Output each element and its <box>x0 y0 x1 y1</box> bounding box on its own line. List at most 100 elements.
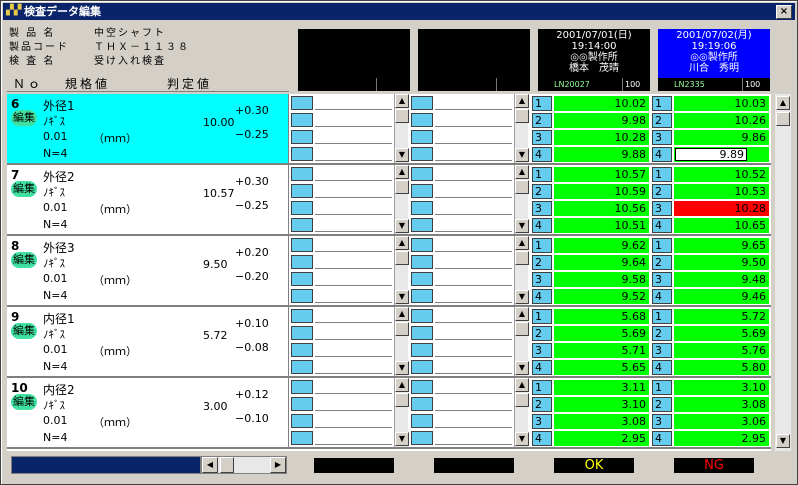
measure-value[interactable]: 9.88 <box>554 147 649 162</box>
measure-value[interactable]: 5.65 <box>554 360 649 375</box>
empty-measure-column[interactable]: ▲ ▼ <box>410 94 530 163</box>
measure-index-box[interactable] <box>291 414 313 428</box>
measure-index-box[interactable] <box>411 96 433 110</box>
measure-value[interactable]: 3.06 <box>674 414 769 429</box>
measure-input[interactable] <box>315 326 392 340</box>
scroll-thumb[interactable] <box>515 180 529 194</box>
measure-index-box[interactable] <box>411 289 433 303</box>
scroll-up-icon[interactable]: ▲ <box>395 236 409 250</box>
measure-index-box[interactable] <box>291 113 313 127</box>
measure-input[interactable] <box>435 343 512 357</box>
empty-measure-column[interactable]: ▲ ▼ <box>290 165 410 234</box>
measure-index-box[interactable] <box>291 147 313 161</box>
measure-input[interactable] <box>435 201 512 215</box>
measure-value[interactable]: 9.98 <box>554 113 649 128</box>
measure-index[interactable]: 2 <box>652 113 672 128</box>
measure-index-box[interactable] <box>291 96 313 110</box>
measure-input[interactable] <box>435 309 512 323</box>
scroll-thumb[interactable] <box>776 112 790 126</box>
measure-input[interactable] <box>315 238 392 252</box>
edit-button[interactable]: 編集 <box>11 323 37 339</box>
measure-index-box[interactable] <box>411 184 433 198</box>
table-row[interactable]: 7 編集 外径2 ﾉｷﾞｽ 0.01 （ｍｍ） N=4 +0.30 10.57 −0.25 ▲ ▼ ▲ ▼… <box>7 165 771 236</box>
measure-index-box[interactable] <box>291 397 313 411</box>
machine-slot-empty-1[interactable] <box>298 29 410 78</box>
measure-index[interactable]: 3 <box>652 272 672 287</box>
scroll-down-icon[interactable]: ▼ <box>395 219 409 233</box>
measure-index[interactable]: 4 <box>652 360 672 375</box>
measure-value[interactable]: 3.11 <box>554 380 649 395</box>
column-scrollbar[interactable]: ▲ ▼ <box>394 94 409 163</box>
measure-value[interactable]: 2.95 <box>674 431 769 446</box>
scroll-thumb[interactable] <box>395 251 409 265</box>
measure-value[interactable]: 9.65 <box>674 238 769 253</box>
measure-input[interactable] <box>315 380 392 394</box>
empty-measure-column[interactable]: ▲ ▼ <box>410 307 530 376</box>
measure-value[interactable]: 10.59 <box>554 184 649 199</box>
measure-index-box[interactable] <box>411 147 433 161</box>
measure-value[interactable]: 9.52 <box>554 289 649 304</box>
vertical-scrollbar[interactable]: ▲ ▼ <box>775 94 791 451</box>
scroll-up-icon[interactable]: ▲ <box>515 94 529 108</box>
measure-index-box[interactable] <box>291 289 313 303</box>
measure-index[interactable]: 1 <box>652 380 672 395</box>
measure-input[interactable] <box>315 289 392 303</box>
measure-index-box[interactable] <box>411 309 433 323</box>
column-scrollbar[interactable]: ▲ ▼ <box>514 165 529 234</box>
measure-index-box[interactable] <box>291 431 313 445</box>
table-row[interactable]: 9 編集 内径1 ﾉｷﾞｽ 0.01 （ｍｍ） N=4 +0.10 5.72 −0.08 ▲ ▼ ▲ ▼ 1… <box>7 307 771 378</box>
measure-input[interactable] <box>315 167 392 181</box>
scroll-up-icon[interactable]: ▲ <box>395 165 409 179</box>
column-scrollbar[interactable]: ▲ ▼ <box>514 94 529 163</box>
measure-index[interactable]: 1 <box>532 238 552 253</box>
measure-value[interactable]: 9.62 <box>554 238 649 253</box>
measure-index[interactable]: 4 <box>532 431 552 446</box>
column-scrollbar[interactable]: ▲ ▼ <box>394 236 409 305</box>
table-row[interactable]: 10 編集 内径2 ﾉｷﾞｽ 0.01 （ｍｍ） N=4 +0.12 3.00 −0.10 ▲ ▼ ▲ ▼… <box>7 378 771 449</box>
scroll-up-icon[interactable]: ▲ <box>515 165 529 179</box>
measure-index-box[interactable] <box>291 255 313 269</box>
measure-value[interactable]: 9.58 <box>554 272 649 287</box>
scroll-up-icon[interactable]: ▲ <box>776 96 790 110</box>
measure-input[interactable] <box>315 360 392 374</box>
measure-index-box[interactable] <box>411 326 433 340</box>
scroll-right-icon[interactable]: ▶ <box>270 457 286 473</box>
measure-index-box[interactable] <box>291 309 313 323</box>
measure-value[interactable]: 9.64 <box>554 255 649 270</box>
scroll-down-icon[interactable]: ▼ <box>395 432 409 446</box>
measure-index[interactable]: 4 <box>652 218 672 233</box>
scroll-down-icon[interactable]: ▼ <box>395 148 409 162</box>
column-scrollbar[interactable]: ▲ ▼ <box>514 236 529 305</box>
measure-index-box[interactable] <box>411 272 433 286</box>
measure-input[interactable] <box>435 255 512 269</box>
measure-index-box[interactable] <box>291 184 313 198</box>
empty-measure-column[interactable]: ▲ ▼ <box>290 378 410 447</box>
edit-button[interactable]: 編集 <box>11 252 37 268</box>
measure-input[interactable] <box>435 147 512 161</box>
scroll-thumb[interactable] <box>395 180 409 194</box>
measure-value[interactable]: 10.03 <box>674 96 769 111</box>
measure-index-box[interactable] <box>411 113 433 127</box>
row-info-cell[interactable]: 9 編集 内径1 ﾉｷﾞｽ 0.01 （ｍｍ） N=4 +0.10 5.72 −0.08 <box>7 307 289 376</box>
scroll-up-icon[interactable]: ▲ <box>395 378 409 392</box>
measure-input[interactable] <box>315 201 392 215</box>
measure-index-box[interactable] <box>411 255 433 269</box>
measure-input[interactable] <box>315 147 392 161</box>
scroll-down-icon[interactable]: ▼ <box>395 290 409 304</box>
measure-index[interactable]: 4 <box>532 147 552 162</box>
measure-input[interactable] <box>435 326 512 340</box>
measure-index-box[interactable] <box>291 130 313 144</box>
close-button[interactable]: × <box>776 5 792 19</box>
measure-index-box[interactable] <box>291 326 313 340</box>
measure-index[interactable]: 1 <box>532 380 552 395</box>
measure-index-box[interactable] <box>291 360 313 374</box>
measure-input[interactable] <box>315 255 392 269</box>
measure-value[interactable]: 10.26 <box>674 113 769 128</box>
measure-input[interactable] <box>315 218 392 232</box>
measure-input[interactable] <box>315 431 392 445</box>
measure-index[interactable]: 3 <box>532 201 552 216</box>
measure-input[interactable] <box>435 289 512 303</box>
measure-value[interactable]: 3.10 <box>554 397 649 412</box>
measure-index-box[interactable] <box>291 380 313 394</box>
measure-index-box[interactable] <box>411 380 433 394</box>
